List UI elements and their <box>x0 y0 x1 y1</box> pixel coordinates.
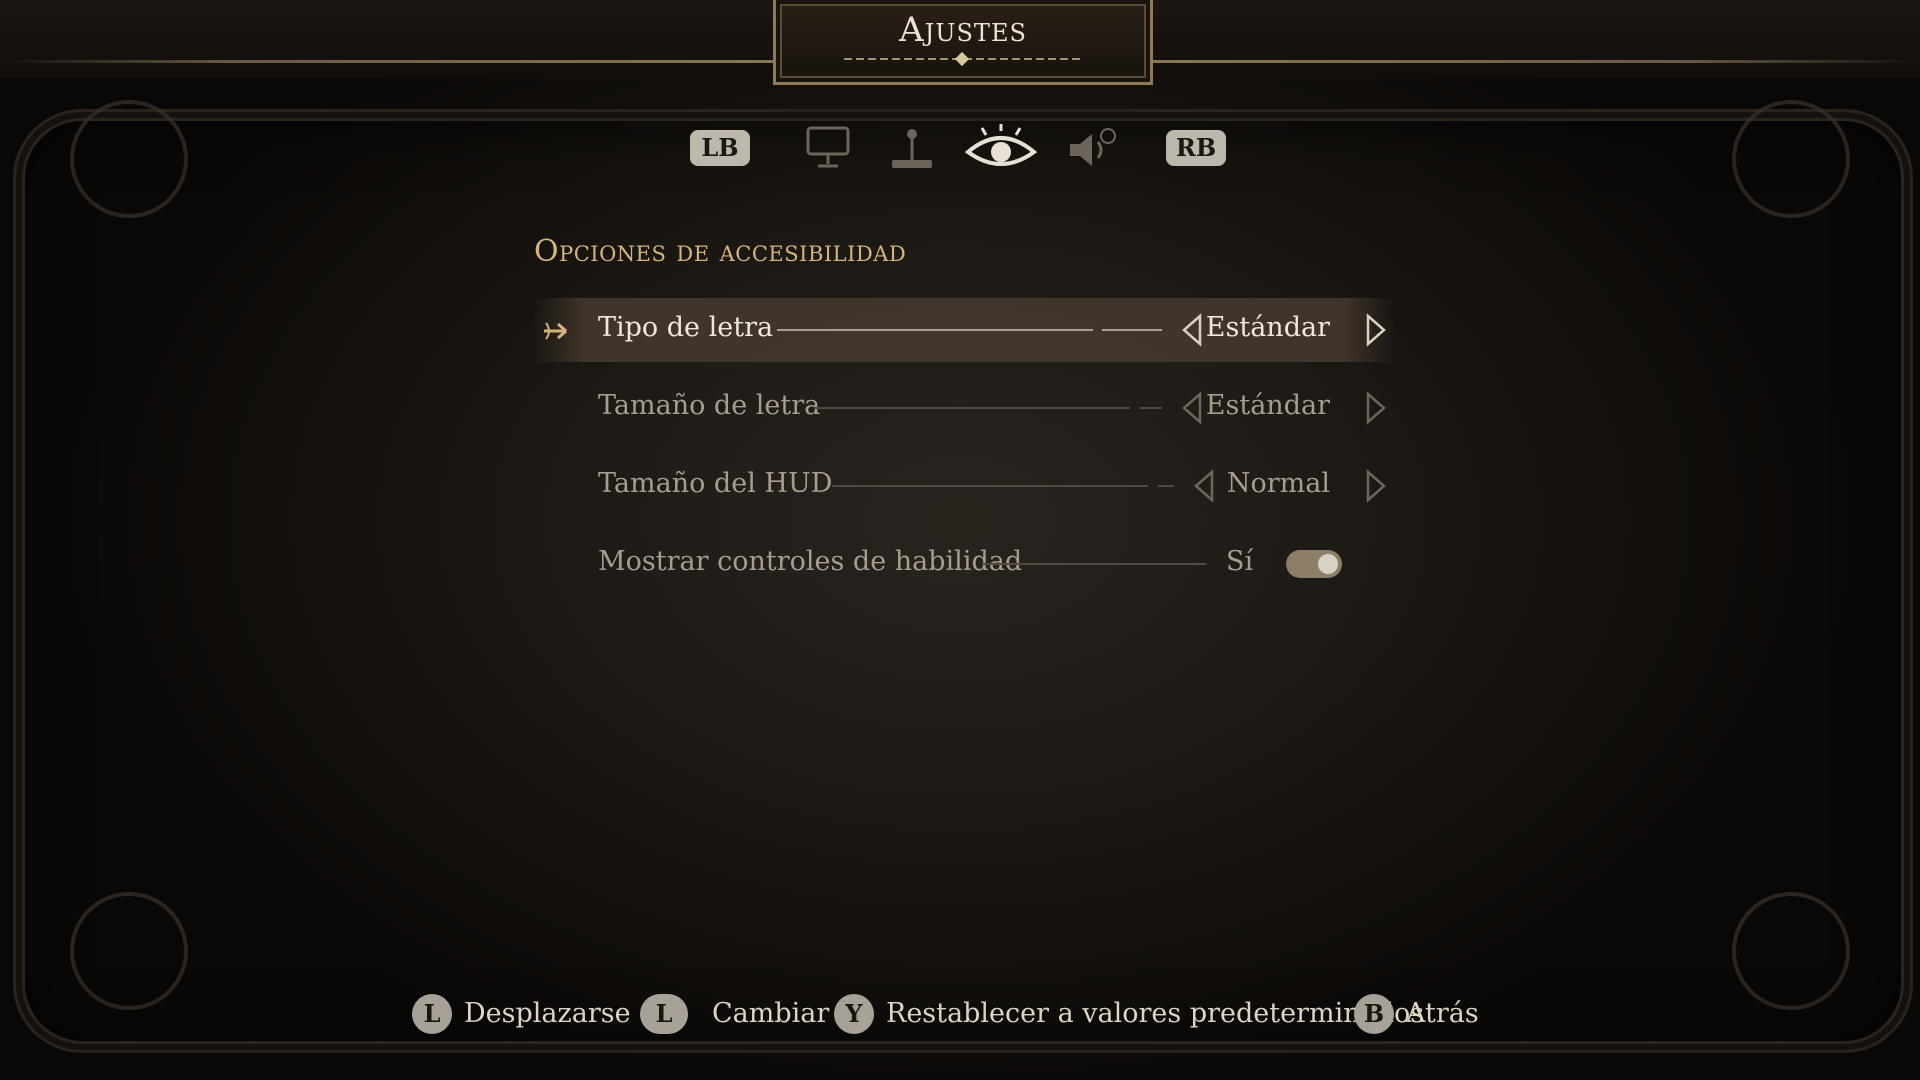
top-rule-right <box>1144 60 1920 63</box>
row-divider <box>1140 407 1162 409</box>
corner-ornament <box>1732 100 1850 218</box>
setting-label: Mostrar controles de habilidad <box>598 546 1023 577</box>
top-rule-left <box>0 60 780 63</box>
hint-label: Desplazarse <box>464 998 631 1029</box>
row-divider <box>814 407 1130 409</box>
hint-label: Atrás <box>1406 998 1479 1029</box>
settings-tabs: LB RB <box>690 118 1380 178</box>
section-title: Opciones de accesibilidad <box>534 234 907 269</box>
setting-row-show-ability-controls[interactable]: Mostrar controles de habilidad Sí <box>534 532 1394 596</box>
hint-label: Restablecer a valores predeterminados <box>886 998 1425 1029</box>
setting-row-font-type[interactable]: Tipo de letra Estándar <box>534 298 1394 362</box>
setting-value: Estándar <box>1205 312 1330 343</box>
row-divider <box>1158 485 1174 487</box>
b-button-icon: B <box>1354 994 1394 1034</box>
rb-button[interactable]: RB <box>1166 130 1226 166</box>
title-plate: Ajustes <box>773 0 1153 85</box>
row-divider <box>982 563 1206 565</box>
setting-row-font-size[interactable]: Tamaño de letra Estándar <box>534 376 1394 440</box>
setting-value: Normal <box>1226 468 1330 499</box>
title-ornament-dot <box>954 51 970 67</box>
eye-icon[interactable] <box>964 122 1038 174</box>
row-divider <box>777 329 1093 331</box>
left-stick-horizontal-icon: L <box>640 994 688 1034</box>
row-divider <box>832 485 1148 487</box>
footer-hints: L Desplazarse L Cambiar Y Restablecer a … <box>0 984 1920 1044</box>
joystick-icon[interactable] <box>882 122 942 174</box>
left-stick-vertical-icon: L <box>412 994 452 1034</box>
speaker-icon[interactable] <box>1062 122 1122 174</box>
pointer-icon <box>540 314 574 348</box>
hint-label: Cambiar <box>712 998 830 1029</box>
arrow-right-icon[interactable] <box>1364 390 1388 426</box>
arrow-right-icon[interactable] <box>1364 468 1388 504</box>
setting-value: Estándar <box>1205 390 1330 421</box>
ability-controls-toggle[interactable] <box>1286 550 1342 578</box>
setting-row-hud-size[interactable]: Tamaño del HUD Normal <box>534 454 1394 518</box>
page-title: Ajustes <box>899 10 1027 50</box>
setting-label: Tamaño de letra <box>598 390 821 421</box>
arrow-right-icon[interactable] <box>1364 312 1388 348</box>
lb-button[interactable]: LB <box>690 130 750 166</box>
corner-ornament <box>70 100 188 218</box>
setting-label: Tamaño del HUD <box>598 468 833 499</box>
row-divider <box>1102 329 1162 331</box>
y-button-icon: Y <box>834 994 874 1034</box>
setting-label: Tipo de letra <box>598 312 774 343</box>
monitor-icon[interactable] <box>798 122 858 174</box>
toggle-knob <box>1318 554 1338 574</box>
